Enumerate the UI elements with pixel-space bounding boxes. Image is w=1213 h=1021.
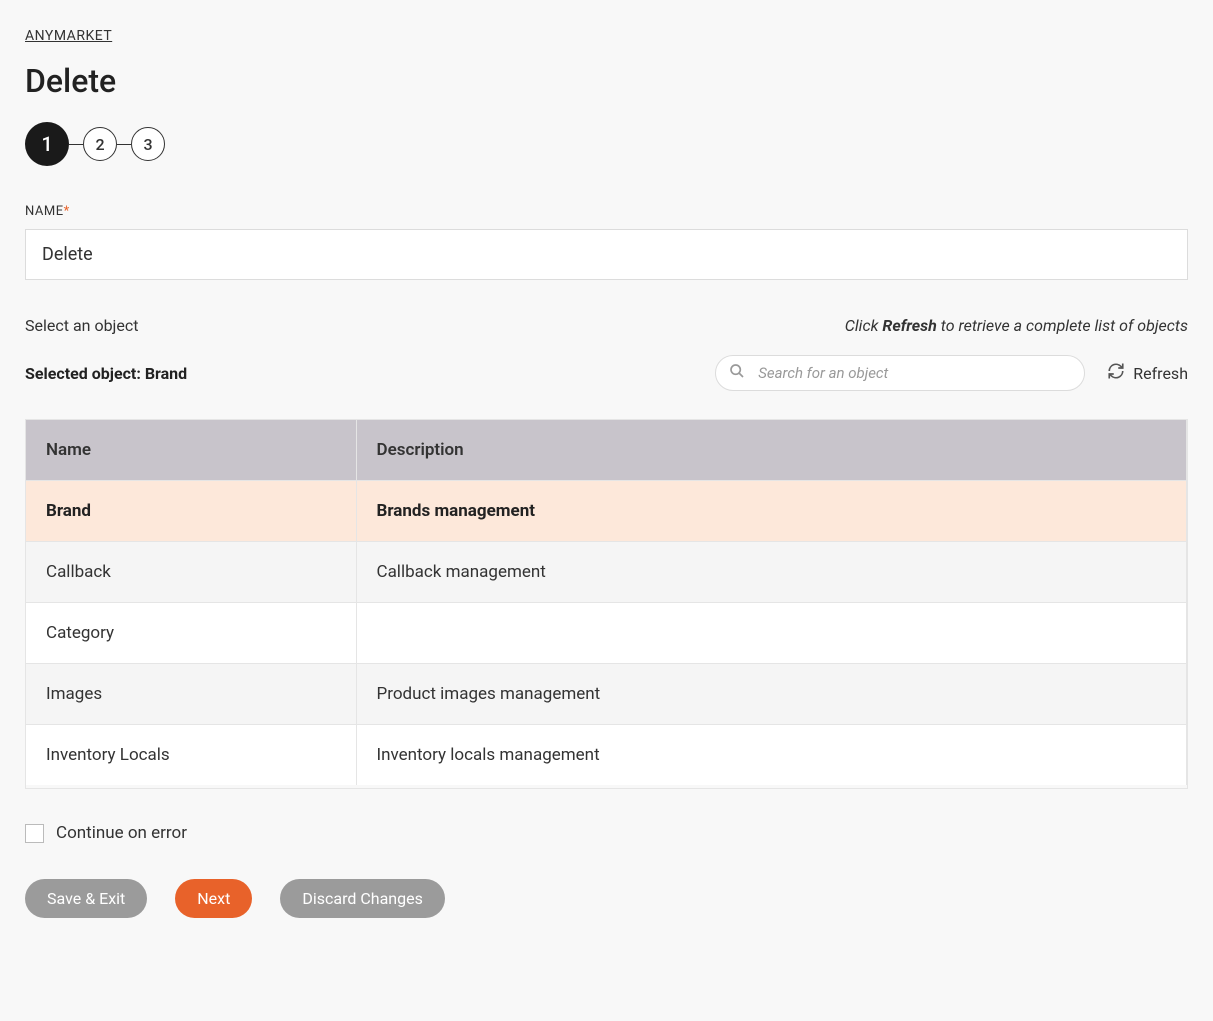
name-input[interactable] [25,229,1188,280]
col-name[interactable]: Name [26,420,356,481]
search-icon [729,363,745,383]
step-2[interactable]: 2 [83,127,117,161]
selected-value: Brand [145,364,187,383]
cell-description: Product images management [356,664,1187,725]
refresh-button[interactable]: Refresh [1107,362,1188,384]
continue-on-error-checkbox[interactable] [25,824,44,843]
table-row[interactable]: Category [26,603,1187,664]
cell-name: Category [26,603,356,664]
discard-button[interactable]: Discard Changes [280,879,444,918]
refresh-icon [1107,362,1125,384]
hint-suffix: to retrieve a complete list of objects [937,316,1188,335]
step-connector [117,144,131,145]
search-wrap [715,355,1085,391]
cell-name: Callback [26,542,356,603]
cell-name: Images [26,664,356,725]
cell-name: Brand [26,481,356,542]
object-table-scroll[interactable]: Name Description BrandBrands managementC… [26,420,1187,788]
cell-description: Inventory locals management [356,725,1187,786]
refresh-label: Refresh [1133,364,1188,383]
name-label-text: NAME [25,204,64,219]
search-input[interactable] [715,355,1085,391]
selected-prefix: Selected object: [25,364,145,383]
cell-description [356,603,1187,664]
object-table: Name Description BrandBrands managementC… [26,420,1187,785]
name-field-label: NAME* [25,204,1188,219]
table-row[interactable]: CallbackCallback management [26,542,1187,603]
required-mark: * [64,204,70,219]
continue-on-error-label: Continue on error [56,823,187,843]
step-3[interactable]: 3 [131,127,165,161]
cell-description: Callback management [356,542,1187,603]
breadcrumb[interactable]: ANYMARKET [25,28,112,44]
stepper: 1 2 3 [25,122,1188,166]
hint-strong: Refresh [882,316,936,335]
next-button[interactable]: Next [175,879,252,918]
selected-object: Selected object: Brand [25,364,187,383]
cell-name: Inventory Locals [26,725,356,786]
cell-description: Brands management [356,481,1187,542]
refresh-hint: Click Refresh to retrieve a complete lis… [845,316,1188,335]
col-description[interactable]: Description [356,420,1187,481]
select-object-label: Select an object [25,316,138,335]
page-title: Delete [25,62,1188,100]
hint-prefix: Click [845,316,883,335]
object-table-wrap: Name Description BrandBrands managementC… [25,419,1188,789]
table-row[interactable]: BrandBrands management [26,481,1187,542]
step-connector [69,144,83,145]
save-exit-button[interactable]: Save & Exit [25,879,147,918]
table-row[interactable]: ImagesProduct images management [26,664,1187,725]
table-row[interactable]: Inventory LocalsInventory locals managem… [26,725,1187,786]
step-1[interactable]: 1 [25,122,69,166]
